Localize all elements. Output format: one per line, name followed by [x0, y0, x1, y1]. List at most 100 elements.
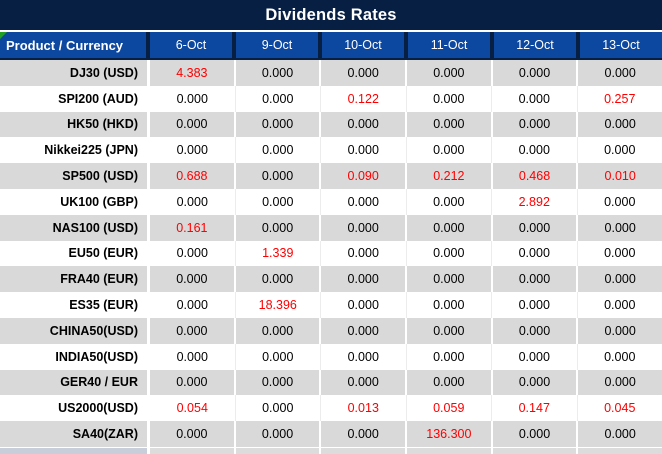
product-cell[interactable]: SPI200 (AUD)	[0, 85, 150, 112]
value-cell[interactable]: 0.000	[236, 85, 321, 112]
value-cell[interactable]: 0.000	[150, 343, 236, 370]
value-cell[interactable]: 0.054	[150, 395, 236, 422]
value-cell[interactable]: 0.000	[236, 421, 322, 447]
value-cell[interactable]: 0.000	[150, 317, 236, 344]
value-cell[interactable]: 0.000	[407, 266, 493, 293]
value-cell[interactable]: 0.000	[493, 369, 579, 396]
value-cell[interactable]: 18.396	[236, 292, 321, 318]
product-cell[interactable]: CHINA50(USD)	[0, 317, 150, 344]
product-currency-header[interactable]: Product / Currency	[0, 32, 150, 58]
value-cell[interactable]: 1.339	[236, 240, 321, 267]
value-cell[interactable]: 0.000	[236, 111, 322, 138]
value-cell[interactable]: 0.000	[321, 240, 407, 267]
value-cell[interactable]: 0.000	[578, 344, 662, 370]
value-cell[interactable]: 136.300	[407, 421, 493, 447]
value-cell[interactable]: 0.000	[407, 214, 493, 241]
value-cell[interactable]: 0.000	[236, 60, 322, 86]
date-header-12-oct[interactable]: 12-Oct	[494, 32, 580, 58]
value-cell[interactable]: 0.000	[578, 189, 662, 215]
value-cell[interactable]: 0.000	[492, 137, 578, 164]
value-cell[interactable]: 0.000	[321, 111, 408, 138]
value-cell[interactable]: 0.257	[578, 86, 662, 112]
value-cell[interactable]: 0.000	[493, 317, 579, 344]
value-cell[interactable]: 0.000	[150, 85, 236, 112]
product-cell[interactable]: HK50 (HKD)	[0, 111, 150, 138]
value-cell[interactable]: 0.000	[407, 188, 492, 215]
value-cell[interactable]: 2.892	[492, 188, 578, 215]
value-cell[interactable]: 0.000	[150, 137, 236, 164]
value-cell[interactable]: 0.000	[236, 369, 322, 396]
value-cell[interactable]: 0.045	[578, 395, 662, 421]
value-cell[interactable]: 0.010	[578, 163, 662, 189]
value-cell[interactable]: 0.000	[321, 266, 408, 293]
value-cell[interactable]: 0.000	[407, 137, 492, 164]
product-cell[interactable]: UK100 (GBP)	[0, 188, 150, 215]
value-cell[interactable]: 0.000	[236, 188, 321, 215]
value-cell[interactable]: 0.000	[321, 369, 408, 396]
value-cell[interactable]: 0.000	[407, 317, 493, 344]
value-cell[interactable]: 0.000	[407, 60, 493, 86]
date-header-11-oct[interactable]: 11-Oct	[408, 32, 494, 58]
value-cell[interactable]: 0.000	[236, 266, 322, 293]
value-cell[interactable]: 0.000	[321, 317, 408, 344]
value-cell[interactable]: 0.000	[150, 188, 236, 215]
date-header-13-oct[interactable]: 13-Oct	[580, 32, 662, 58]
value-cell[interactable]: 0.000	[321, 421, 408, 447]
value-cell[interactable]: 0.090	[321, 163, 408, 189]
value-cell[interactable]: 0.000	[493, 111, 579, 138]
value-cell[interactable]: 0.000	[236, 214, 322, 241]
value-cell[interactable]: 0.000	[578, 421, 662, 447]
product-cell[interactable]: US2000(USD)	[0, 395, 150, 422]
value-cell[interactable]: 0.013	[321, 395, 407, 422]
value-cell[interactable]: 0.000	[578, 266, 662, 292]
value-cell[interactable]: 0.000	[492, 85, 578, 112]
value-cell[interactable]: 0.000	[493, 214, 579, 241]
product-cell[interactable]: EU50 (EUR)	[0, 240, 150, 267]
value-cell[interactable]: 0.000	[321, 343, 407, 370]
product-cell[interactable]: Nikkei225 (JPN)	[0, 137, 150, 164]
product-cell[interactable]: FRA40 (EUR)	[0, 266, 150, 293]
value-cell[interactable]: 0.000	[493, 421, 579, 447]
value-cell[interactable]: 0.000	[236, 395, 321, 422]
value-cell[interactable]: 0.000	[578, 137, 662, 163]
value-cell[interactable]: 0.000	[150, 369, 236, 396]
value-cell[interactable]: 0.000	[150, 111, 236, 138]
date-header-6-oct[interactable]: 6-Oct	[150, 32, 236, 58]
value-cell[interactable]: 0.000	[150, 421, 236, 447]
value-cell[interactable]: 0.161	[150, 214, 236, 241]
value-cell[interactable]: 0.000	[236, 137, 321, 164]
value-cell[interactable]: 0.000	[236, 343, 321, 370]
value-cell[interactable]: 4.383	[150, 60, 236, 86]
value-cell[interactable]: 0.468	[493, 163, 579, 189]
value-cell[interactable]: 0.000	[236, 163, 322, 189]
product-cell[interactable]: SA40(ZAR)	[0, 421, 150, 447]
product-cell[interactable]: GER40 / EUR	[0, 369, 150, 396]
value-cell[interactable]: 0.000	[492, 240, 578, 267]
value-cell[interactable]: 0.000	[578, 370, 662, 396]
product-cell[interactable]: NAS100 (USD)	[0, 214, 150, 241]
value-cell[interactable]: 0.000	[578, 318, 662, 344]
value-cell[interactable]: 0.000	[321, 60, 408, 86]
value-cell[interactable]: 0.000	[493, 266, 579, 293]
product-cell[interactable]: DJ30 (USD)	[0, 60, 150, 86]
product-cell[interactable]: ES35 (EUR)	[0, 292, 150, 318]
value-cell[interactable]: 0.000	[407, 292, 492, 318]
date-header-9-oct[interactable]: 9-Oct	[236, 32, 322, 58]
value-cell[interactable]: 0.000	[578, 60, 662, 86]
value-cell[interactable]: 0.000	[407, 85, 492, 112]
value-cell[interactable]: 0.000	[407, 240, 492, 267]
value-cell[interactable]: 0.000	[407, 111, 493, 138]
value-cell[interactable]: 0.000	[150, 292, 236, 318]
value-cell[interactable]: 0.000	[236, 317, 322, 344]
value-cell[interactable]: 0.000	[321, 137, 407, 164]
value-cell[interactable]: 0.000	[578, 292, 662, 318]
value-cell[interactable]: 0.000	[492, 292, 578, 318]
value-cell[interactable]: 0.688	[150, 163, 236, 189]
value-cell[interactable]: 0.000	[578, 112, 662, 138]
value-cell[interactable]: 0.000	[150, 266, 236, 293]
value-cell[interactable]: 0.122	[321, 85, 407, 112]
value-cell[interactable]: 0.147	[492, 395, 578, 422]
value-cell[interactable]: 0.000	[578, 215, 662, 241]
value-cell[interactable]: 0.000	[321, 292, 407, 318]
value-cell[interactable]: 0.059	[407, 395, 492, 422]
